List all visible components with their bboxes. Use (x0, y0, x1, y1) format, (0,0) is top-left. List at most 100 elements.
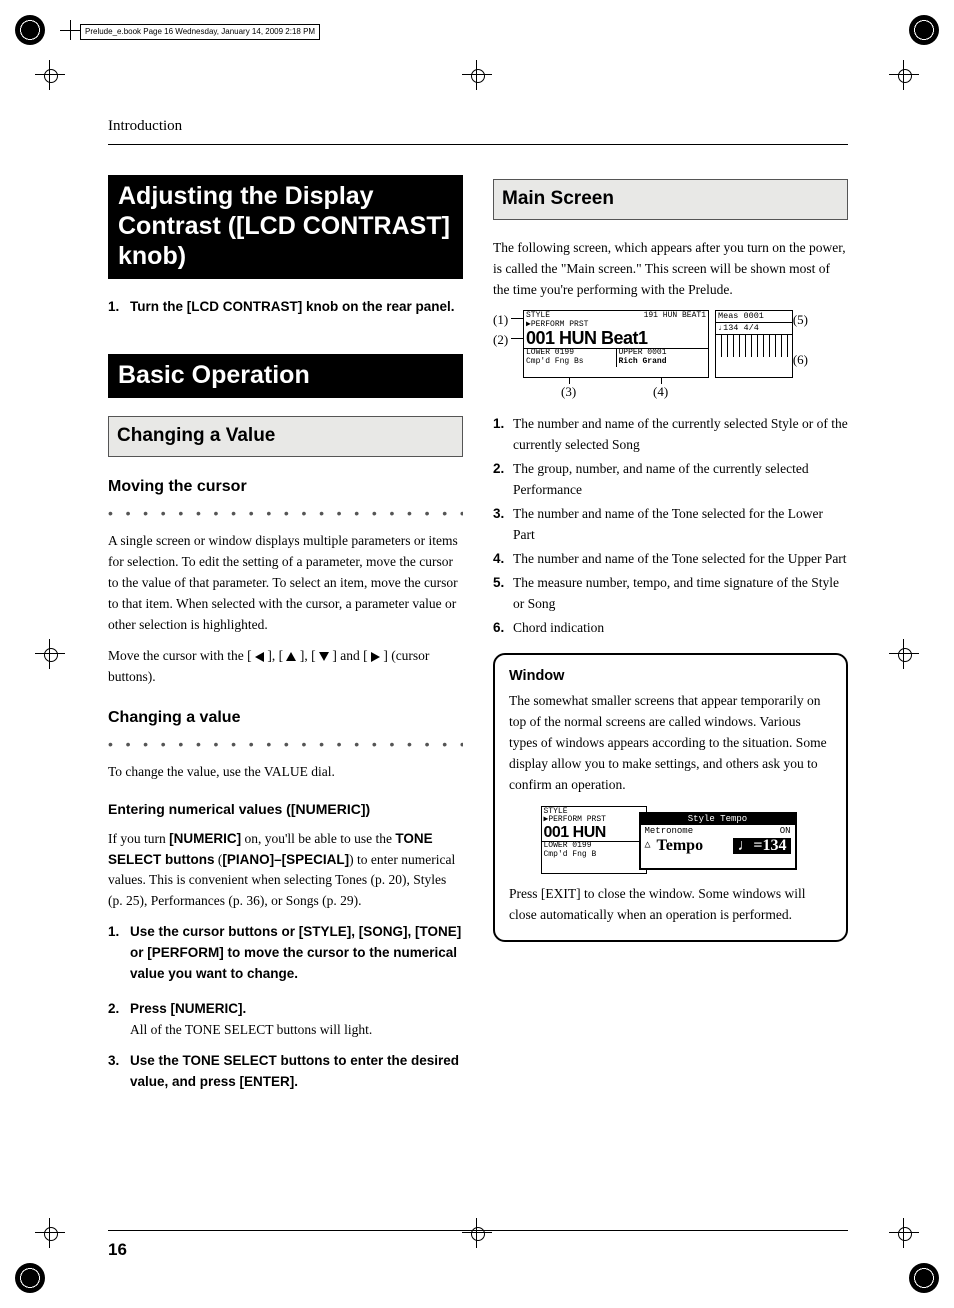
list-item: The group, number, and name of the curre… (513, 459, 848, 501)
lcd-popup-title: Style Tempo (641, 814, 795, 825)
crop-mark (70, 20, 71, 40)
arrow-right-icon (371, 652, 380, 662)
text: ] and [ (332, 648, 371, 663)
registration-mark (889, 60, 919, 90)
list-num: 2. (493, 459, 513, 501)
lcd-perform-title: 001 HUN (544, 825, 644, 842)
callout-4: (4) (653, 382, 668, 402)
list-item: The number and name of the currently sel… (513, 414, 848, 456)
callout-3: (3) (561, 382, 576, 402)
chapter-rule (108, 144, 848, 145)
callout-line (511, 338, 523, 339)
registration-mark (35, 60, 65, 90)
list-item: The number and name of the Tone selected… (513, 549, 847, 570)
window-paragraph: The somewhat smaller screens that appear… (509, 691, 832, 796)
list-num: 1. (493, 414, 513, 456)
lcd-lower: LOWER 0199 Cmp'd Fng Bs (524, 349, 617, 367)
list-item: Chord indication (513, 618, 604, 639)
lcd-lower-value: Cmp'd Fng B (544, 851, 644, 859)
label-numeric: [NUMERIC] (169, 831, 241, 846)
text: ], [ (300, 648, 319, 663)
text: All of the TONE SELECT buttons will ligh… (130, 1020, 463, 1041)
lcd-tempo: ♩134 4/4 (718, 324, 759, 333)
heading-contrast: Adjusting the Display Contrast ([LCD CON… (108, 175, 463, 279)
subheading-main-screen: Main Screen (493, 179, 848, 219)
registration-mark (462, 60, 492, 90)
lcd-upper: UPPER 0001 Rich Grand (617, 349, 709, 367)
step-num: 1. (108, 922, 130, 985)
step-text: Press [NUMERIC]. All of the TONE SELECT … (130, 999, 463, 1041)
registration-mark (889, 1218, 919, 1248)
subheading-numeric: Entering numerical values ([NUMERIC]) (108, 799, 463, 821)
callout-1: (1) (493, 310, 508, 330)
book-header: Prelude_e.book Page 16 Wednesday, Januar… (80, 24, 320, 40)
arrow-left-icon (255, 652, 264, 662)
lcd-side-box: Meas 0001 ♩134 4/4 (715, 310, 793, 378)
page-content: Introduction Adjusting the Display Contr… (108, 115, 848, 1101)
chapter-title: Introduction (108, 115, 848, 138)
window-box: Window The somewhat smaller screens that… (493, 653, 848, 942)
heading-moving-cursor: Moving the cursor (108, 475, 463, 500)
text: ], [ (267, 648, 286, 663)
dotted-rule: • • • • • • • • • • • • • • • • • • • • … (108, 734, 463, 756)
callout-2: (2) (493, 330, 508, 350)
lcd-measure: Meas 0001 (718, 312, 790, 321)
list-num: 3. (493, 504, 513, 546)
window-close-paragraph: Press [EXIT] to close the window. Some w… (509, 884, 832, 926)
lcd-keyboard-icon (716, 334, 792, 357)
lcd-upper-value: Rich Grand (619, 358, 707, 367)
lcd-window-bg: STYLE ▶PERFORM PRST 001 HUN LOWER 0199 C… (541, 806, 647, 874)
registration-mark (889, 639, 919, 669)
cursor-paragraph: A single screen or window displays multi… (108, 531, 463, 636)
cursor-move-line: Move the cursor with the [ ], [ ], [ ] a… (108, 646, 463, 688)
text-bold: Press [NUMERIC]. (130, 999, 463, 1020)
lcd-popup: Style Tempo Metronome ON △ Tempo ♩=134 (639, 812, 797, 870)
arrow-down-icon (319, 652, 329, 661)
text: If you turn (108, 831, 169, 846)
step-num: 2. (108, 999, 130, 1041)
corner-mark (15, 15, 45, 45)
lcd-style-value: 191 HUN BEAT1 (644, 312, 706, 320)
text: on, you'll be able to use the (241, 831, 395, 846)
lcd-metronome-label: Metronome (645, 827, 694, 836)
lcd-tempo-label: Tempo (657, 838, 704, 855)
page-number: 16 (108, 1230, 848, 1263)
text: Move the cursor with the [ (108, 648, 255, 663)
lcd-metronome-value: ON (780, 827, 791, 836)
arrow-up-icon (286, 652, 296, 661)
list-num: 6. (493, 618, 513, 639)
callout-line (511, 318, 523, 319)
heading-changing-value-2: Changing a value (108, 706, 463, 731)
corner-mark (15, 1263, 45, 1293)
heading-basic-operation: Basic Operation (108, 354, 463, 398)
right-column: Main Screen The following screen, which … (493, 175, 848, 1101)
list-item: The measure number, tempo, and time sign… (513, 573, 848, 615)
label-piano-special: [PIANO]–[SPECIAL] (222, 852, 349, 867)
change-paragraph: To change the value, use the VALUE dial. (108, 762, 463, 783)
step-num: 1. (108, 297, 130, 318)
step-text: Use the TONE SELECT buttons to enter the… (130, 1051, 463, 1093)
corner-mark (909, 1263, 939, 1293)
lcd-tempo-value: ♩=134 (733, 838, 790, 855)
lcd-main-box: STYLE 191 HUN BEAT1 ▶PERFORM PRST 001 HU… (523, 310, 709, 378)
left-column: Adjusting the Display Contrast ([LCD CON… (108, 175, 463, 1101)
subheading-changing-value: Changing a Value (108, 416, 463, 456)
window-title: Window (509, 665, 832, 687)
step-text: Turn the [LCD CONTRAST] knob on the rear… (130, 297, 463, 318)
list-item: The number and name of the Tone selected… (513, 504, 848, 546)
list-num: 4. (493, 549, 513, 570)
main-screen-paragraph: The following screen, which appears afte… (493, 238, 848, 301)
metronome-icon: △ (645, 841, 651, 852)
corner-mark (909, 15, 939, 45)
callout-5: (5) (793, 310, 808, 330)
callout-list: 1.The number and name of the currently s… (493, 414, 848, 638)
numeric-paragraph: If you turn [NUMERIC] on, you'll be able… (108, 829, 463, 913)
dotted-rule: • • • • • • • • • • • • • • • • • • • • … (108, 503, 463, 525)
step-num: 3. (108, 1051, 130, 1093)
registration-mark (35, 639, 65, 669)
list-num: 5. (493, 573, 513, 615)
step-text: Use the cursor buttons or [STYLE], [SONG… (130, 922, 463, 985)
callout-6: (6) (793, 350, 808, 370)
registration-mark (35, 1218, 65, 1248)
lcd-lower-value: Cmp'd Fng Bs (526, 358, 614, 367)
